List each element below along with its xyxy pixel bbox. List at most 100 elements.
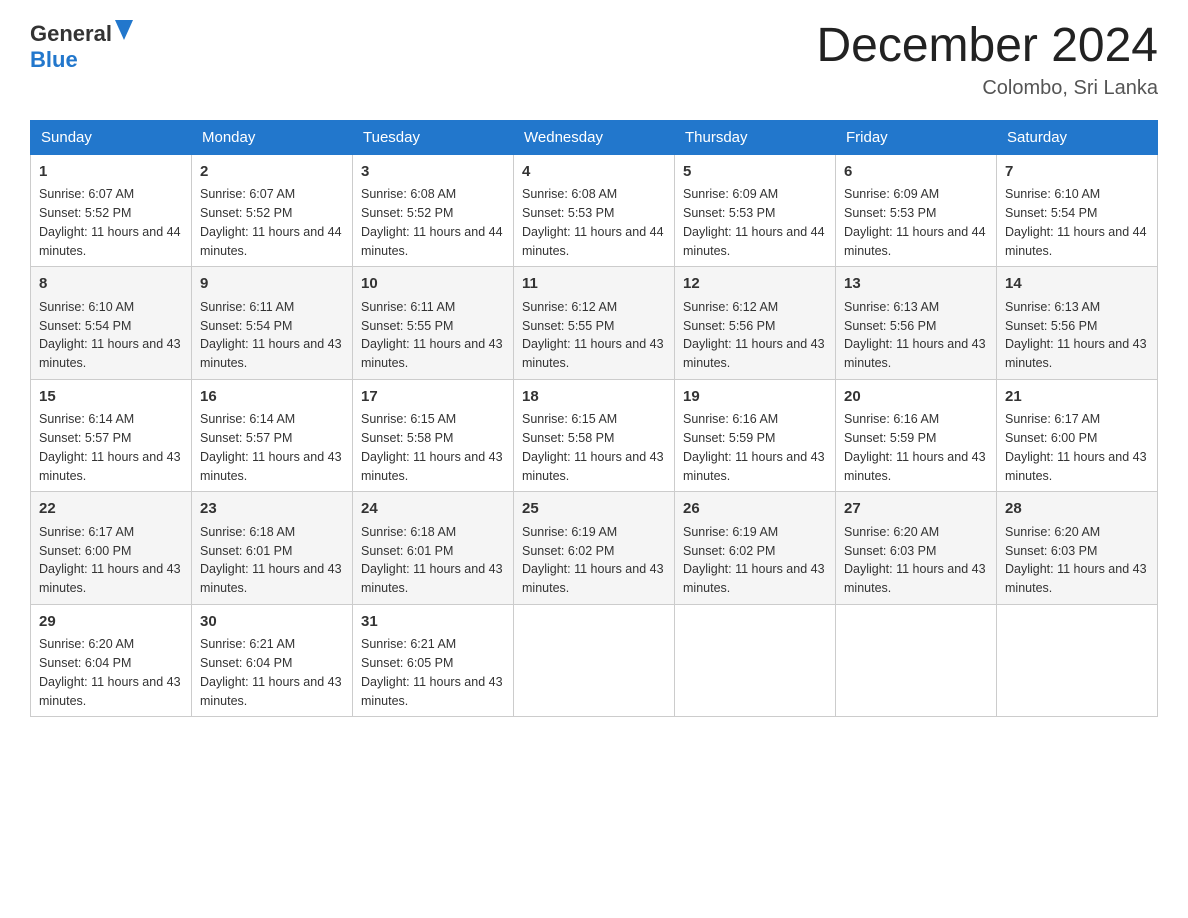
daylight-text: Daylight: 11 hours and 43 minutes. <box>522 448 666 486</box>
daylight-text: Daylight: 11 hours and 44 minutes. <box>844 223 988 261</box>
daylight-text: Daylight: 11 hours and 43 minutes. <box>522 335 666 373</box>
day-number: 23 <box>200 498 344 521</box>
calendar-cell: 21Sunrise: 6:17 AMSunset: 6:00 PMDayligh… <box>997 379 1158 492</box>
sunrise-text: Sunrise: 6:19 AM <box>522 523 666 542</box>
daylight-text: Daylight: 11 hours and 43 minutes. <box>39 673 183 711</box>
calendar-cell: 9Sunrise: 6:11 AMSunset: 5:54 PMDaylight… <box>192 267 353 380</box>
calendar-header-row: SundayMondayTuesdayWednesdayThursdayFrid… <box>31 120 1158 154</box>
day-number: 6 <box>844 161 988 184</box>
day-number: 14 <box>1005 273 1149 296</box>
day-number: 31 <box>361 611 505 634</box>
calendar-cell: 1Sunrise: 6:07 AMSunset: 5:52 PMDaylight… <box>31 154 192 267</box>
sunset-text: Sunset: 6:01 PM <box>200 542 344 561</box>
daylight-text: Daylight: 11 hours and 43 minutes. <box>361 560 505 598</box>
logo-blue-text: Blue <box>30 47 78 72</box>
sunset-text: Sunset: 5:57 PM <box>39 429 183 448</box>
day-number: 9 <box>200 273 344 296</box>
calendar-cell: 11Sunrise: 6:12 AMSunset: 5:55 PMDayligh… <box>514 267 675 380</box>
calendar-week-row: 22Sunrise: 6:17 AMSunset: 6:00 PMDayligh… <box>31 492 1158 605</box>
day-number: 25 <box>522 498 666 521</box>
daylight-text: Daylight: 11 hours and 43 minutes. <box>361 448 505 486</box>
day-number: 18 <box>522 386 666 409</box>
sunset-text: Sunset: 6:01 PM <box>361 542 505 561</box>
daylight-text: Daylight: 11 hours and 43 minutes. <box>683 448 827 486</box>
sunset-text: Sunset: 5:55 PM <box>361 317 505 336</box>
daylight-text: Daylight: 11 hours and 43 minutes. <box>39 448 183 486</box>
calendar-week-row: 15Sunrise: 6:14 AMSunset: 5:57 PMDayligh… <box>31 379 1158 492</box>
sunrise-text: Sunrise: 6:15 AM <box>522 410 666 429</box>
calendar-cell: 25Sunrise: 6:19 AMSunset: 6:02 PMDayligh… <box>514 492 675 605</box>
sunrise-text: Sunrise: 6:07 AM <box>200 185 344 204</box>
daylight-text: Daylight: 11 hours and 44 minutes. <box>361 223 505 261</box>
calendar-cell: 26Sunrise: 6:19 AMSunset: 6:02 PMDayligh… <box>675 492 836 605</box>
day-number: 22 <box>39 498 183 521</box>
day-number: 17 <box>361 386 505 409</box>
header-saturday: Saturday <box>997 120 1158 154</box>
day-number: 20 <box>844 386 988 409</box>
logo-triangle-icon <box>115 20 133 40</box>
day-number: 11 <box>522 273 666 296</box>
day-number: 28 <box>1005 498 1149 521</box>
daylight-text: Daylight: 11 hours and 44 minutes. <box>683 223 827 261</box>
calendar-cell: 12Sunrise: 6:12 AMSunset: 5:56 PMDayligh… <box>675 267 836 380</box>
header-monday: Monday <box>192 120 353 154</box>
month-title: December 2024 <box>816 20 1158 73</box>
day-number: 29 <box>39 611 183 634</box>
sunrise-text: Sunrise: 6:17 AM <box>1005 410 1149 429</box>
daylight-text: Daylight: 11 hours and 44 minutes. <box>200 223 344 261</box>
sunrise-text: Sunrise: 6:09 AM <box>844 185 988 204</box>
day-number: 26 <box>683 498 827 521</box>
sunset-text: Sunset: 5:56 PM <box>683 317 827 336</box>
sunrise-text: Sunrise: 6:07 AM <box>39 185 183 204</box>
calendar-cell: 5Sunrise: 6:09 AMSunset: 5:53 PMDaylight… <box>675 154 836 267</box>
daylight-text: Daylight: 11 hours and 43 minutes. <box>200 335 344 373</box>
sunset-text: Sunset: 5:53 PM <box>522 204 666 223</box>
location: Colombo, Sri Lanka <box>816 77 1158 100</box>
day-number: 4 <box>522 161 666 184</box>
calendar-week-row: 29Sunrise: 6:20 AMSunset: 6:04 PMDayligh… <box>31 604 1158 717</box>
calendar-cell <box>997 604 1158 717</box>
sunset-text: Sunset: 5:59 PM <box>844 429 988 448</box>
day-number: 21 <box>1005 386 1149 409</box>
header-friday: Friday <box>836 120 997 154</box>
sunset-text: Sunset: 5:52 PM <box>39 204 183 223</box>
calendar-cell: 16Sunrise: 6:14 AMSunset: 5:57 PMDayligh… <box>192 379 353 492</box>
sunrise-text: Sunrise: 6:12 AM <box>683 298 827 317</box>
logo-general-text: General <box>30 21 112 47</box>
day-number: 13 <box>844 273 988 296</box>
sunset-text: Sunset: 5:52 PM <box>361 204 505 223</box>
sunset-text: Sunset: 5:58 PM <box>361 429 505 448</box>
calendar-cell: 4Sunrise: 6:08 AMSunset: 5:53 PMDaylight… <box>514 154 675 267</box>
sunrise-text: Sunrise: 6:17 AM <box>39 523 183 542</box>
calendar-cell: 22Sunrise: 6:17 AMSunset: 6:00 PMDayligh… <box>31 492 192 605</box>
page-header: General Blue December 2024 Colombo, Sri … <box>30 20 1158 100</box>
daylight-text: Daylight: 11 hours and 43 minutes. <box>361 673 505 711</box>
sunrise-text: Sunrise: 6:09 AM <box>683 185 827 204</box>
calendar-cell: 2Sunrise: 6:07 AMSunset: 5:52 PMDaylight… <box>192 154 353 267</box>
logo: General Blue <box>30 20 133 73</box>
calendar-cell <box>836 604 997 717</box>
calendar-cell: 6Sunrise: 6:09 AMSunset: 5:53 PMDaylight… <box>836 154 997 267</box>
sunrise-text: Sunrise: 6:18 AM <box>200 523 344 542</box>
calendar-cell: 7Sunrise: 6:10 AMSunset: 5:54 PMDaylight… <box>997 154 1158 267</box>
sunrise-text: Sunrise: 6:12 AM <box>522 298 666 317</box>
calendar-week-row: 1Sunrise: 6:07 AMSunset: 5:52 PMDaylight… <box>31 154 1158 267</box>
day-number: 7 <box>1005 161 1149 184</box>
day-number: 5 <box>683 161 827 184</box>
daylight-text: Daylight: 11 hours and 43 minutes. <box>200 448 344 486</box>
day-number: 2 <box>200 161 344 184</box>
header-sunday: Sunday <box>31 120 192 154</box>
sunrise-text: Sunrise: 6:14 AM <box>200 410 344 429</box>
calendar-cell: 31Sunrise: 6:21 AMSunset: 6:05 PMDayligh… <box>353 604 514 717</box>
sunrise-text: Sunrise: 6:11 AM <box>361 298 505 317</box>
sunset-text: Sunset: 6:04 PM <box>39 654 183 673</box>
sunrise-text: Sunrise: 6:16 AM <box>683 410 827 429</box>
daylight-text: Daylight: 11 hours and 43 minutes. <box>361 335 505 373</box>
sunrise-text: Sunrise: 6:10 AM <box>39 298 183 317</box>
daylight-text: Daylight: 11 hours and 43 minutes. <box>683 560 827 598</box>
sunrise-text: Sunrise: 6:20 AM <box>39 635 183 654</box>
calendar-week-row: 8Sunrise: 6:10 AMSunset: 5:54 PMDaylight… <box>31 267 1158 380</box>
sunrise-text: Sunrise: 6:21 AM <box>200 635 344 654</box>
daylight-text: Daylight: 11 hours and 43 minutes. <box>200 673 344 711</box>
daylight-text: Daylight: 11 hours and 44 minutes. <box>1005 223 1149 261</box>
